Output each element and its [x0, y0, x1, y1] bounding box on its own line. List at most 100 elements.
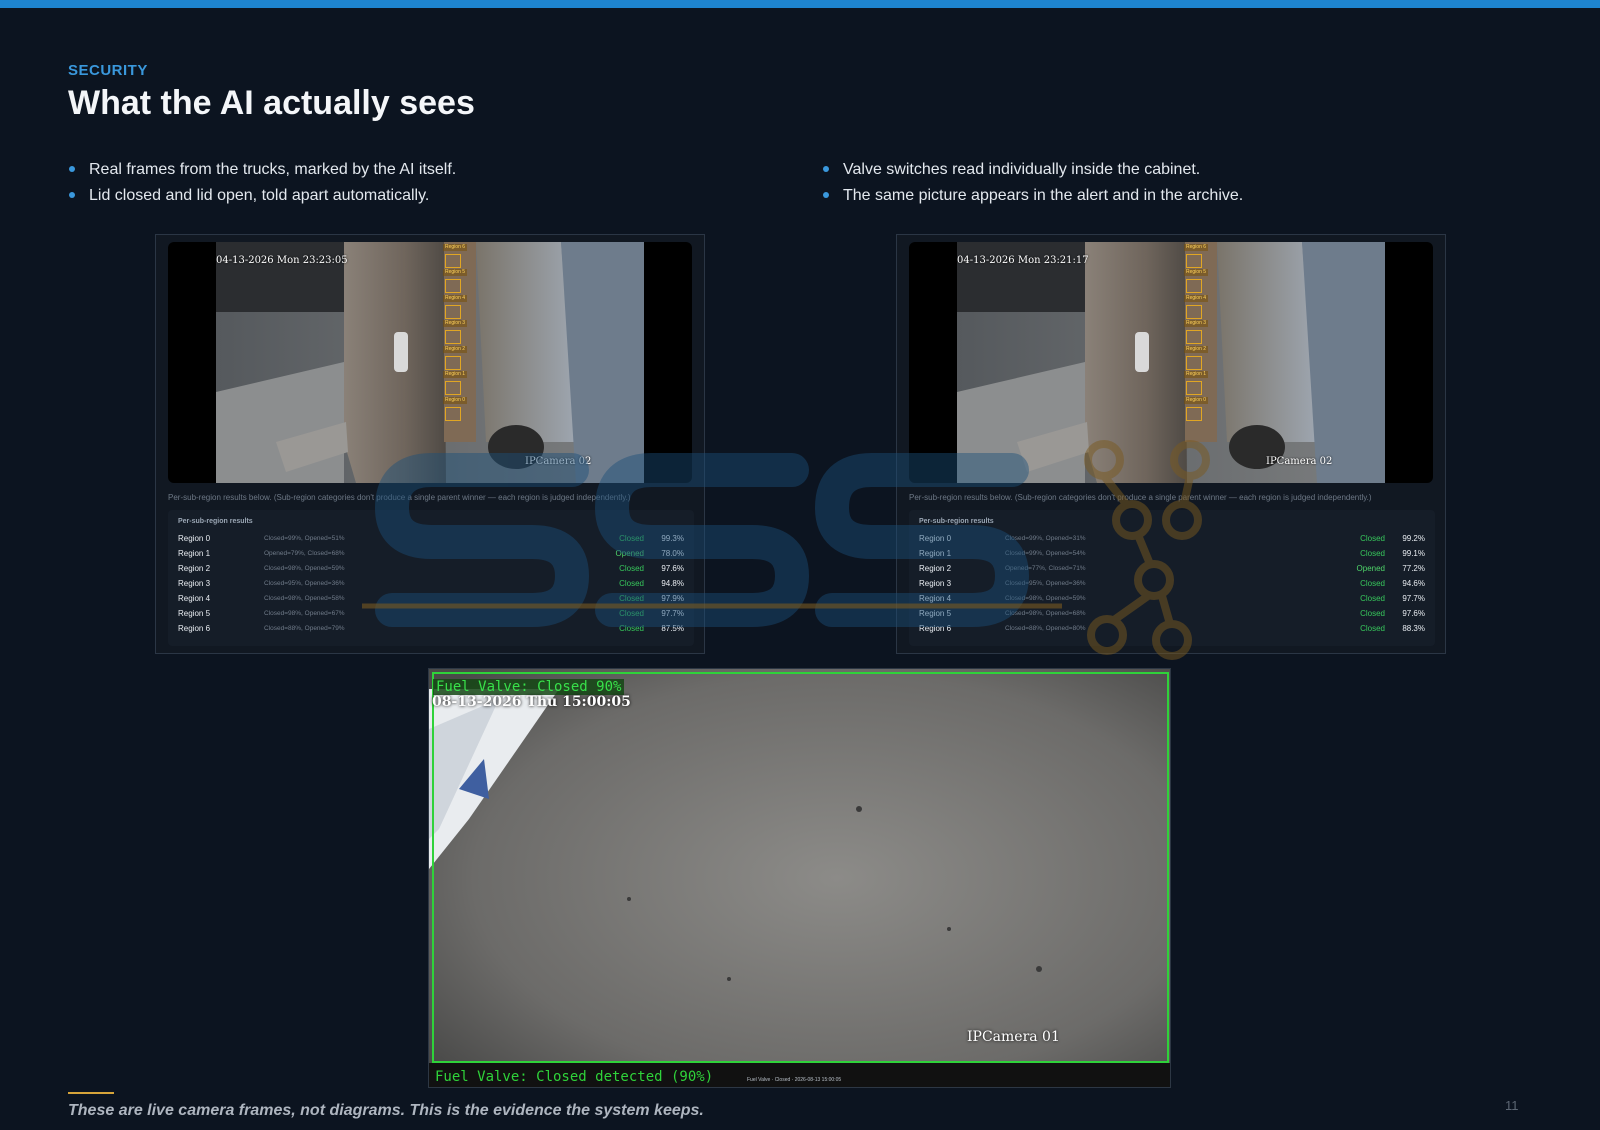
region-box — [445, 330, 461, 344]
top-accent-bar — [0, 0, 1600, 8]
region-overlays: Region 6 Region 5 Region 4 Region 3 Regi… — [443, 244, 469, 421]
region-tag: Region 4 — [443, 295, 468, 302]
region-detail: Opened=77%, Closed=71% — [1005, 565, 1086, 572]
region-box — [1186, 330, 1202, 344]
region-status: Closed — [1360, 624, 1385, 633]
region-status: Closed — [1360, 549, 1385, 558]
region-name: Region 3 — [178, 579, 211, 588]
region-confidence: 99.3% — [661, 534, 684, 543]
region-confidence: 77.2% — [1402, 564, 1425, 573]
detection-label-bottom: Fuel Valve: Closed detected (90%) — [435, 1069, 714, 1085]
results-caption: Per-sub-region results below. (Sub-regio… — [168, 493, 631, 502]
region-status: Closed — [619, 534, 644, 543]
osd-timestamp: 04-13-2026 Mon 23:23:05 — [216, 255, 348, 266]
region-name: Region 0 — [178, 534, 211, 543]
bullet-list-left: Real frames from the trucks, marked by t… — [68, 160, 456, 212]
detection-label-top: Fuel Valve: Closed 90% — [433, 679, 625, 695]
region-box — [445, 279, 461, 293]
region-box — [445, 254, 461, 268]
bullet-list-right: Valve switches read individually inside … — [822, 160, 1243, 212]
region-tag: Region 2 — [443, 346, 468, 353]
region-status: Closed — [1360, 579, 1385, 588]
region-status: Closed — [619, 564, 644, 573]
region-detail: Opened=79%, Closed=68% — [264, 550, 345, 557]
table-row: Region 4 Closed=98%, Opened=59% Closed 9… — [919, 594, 1425, 609]
region-confidence: 78.0% — [661, 549, 684, 558]
region-confidence: 94.6% — [1402, 579, 1425, 588]
truck-cabinet-image — [216, 242, 644, 483]
region-status: Closed — [619, 624, 644, 633]
region-detail: Closed=98%, Opened=59% — [264, 565, 345, 572]
region-confidence: 97.7% — [1402, 594, 1425, 603]
region-confidence: 99.2% — [1402, 534, 1425, 543]
region-detail: Closed=99%, Opened=54% — [1005, 550, 1086, 557]
region-name: Region 2 — [919, 564, 952, 573]
region-name: Region 1 — [919, 549, 952, 558]
camera-frame: 04-13-2026 Mon 23:23:05 IPCamera 02 Regi… — [168, 242, 692, 483]
region-box — [445, 381, 461, 395]
region-status: Closed — [1360, 609, 1385, 618]
table-row: Region 0 Closed=99%, Opened=51% Closed 9… — [178, 534, 684, 549]
region-overlays: Region 6 Region 5 Region 4 Region 3 Regi… — [1184, 244, 1210, 421]
region-box — [445, 407, 461, 421]
region-status: Closed — [619, 609, 644, 618]
region-status: Opened — [1356, 564, 1385, 573]
region-tag: Region 4 — [1184, 295, 1209, 302]
results-title: Per-sub-region results — [178, 518, 253, 525]
page-title: What the AI actually sees — [68, 84, 475, 122]
region-tag: Region 5 — [1184, 269, 1209, 276]
table-row: Region 4 Closed=98%, Opened=58% Closed 9… — [178, 594, 684, 609]
section-eyebrow: SECURITY — [68, 62, 148, 79]
region-detail: Closed=88%, Opened=79% — [264, 625, 345, 632]
table-row: Region 3 Closed=95%, Opened=36% Closed 9… — [919, 579, 1425, 594]
footer-caption: These are live camera frames, not diagra… — [68, 1102, 704, 1119]
table-row: Region 1 Opened=79%, Closed=68% Opened 7… — [178, 549, 684, 564]
bullet-item: The same picture appears in the alert an… — [822, 186, 1243, 212]
truck-cabinet-image — [957, 242, 1385, 483]
table-row: Region 6 Closed=88%, Opened=80% Closed 8… — [919, 624, 1425, 639]
region-status: Opened — [615, 549, 644, 558]
region-tag: Region 6 — [443, 244, 468, 251]
region-tag: Region 3 — [443, 320, 468, 327]
region-status: Closed — [1360, 594, 1385, 603]
region-tag: Region 2 — [1184, 346, 1209, 353]
archive-stamp: Fuel Valve · Closed · 2026-08-13 15:00:0… — [747, 1077, 842, 1083]
region-results-table: Per-sub-region results Region 0 Closed=9… — [909, 510, 1435, 646]
region-confidence: 97.9% — [661, 594, 684, 603]
region-name: Region 5 — [919, 609, 952, 618]
region-results-table: Per-sub-region results Region 0 Closed=9… — [168, 510, 694, 646]
region-detail: Closed=99%, Opened=51% — [264, 535, 345, 542]
osd-timestamp: 08-13-2026 Thu 15:00:05 — [432, 694, 631, 710]
region-confidence: 97.6% — [1402, 609, 1425, 618]
results-title: Per-sub-region results — [919, 518, 994, 525]
bullet-item: Real frames from the trucks, marked by t… — [68, 160, 456, 186]
region-confidence: 97.6% — [661, 564, 684, 573]
table-row: Region 1 Closed=99%, Opened=54% Closed 9… — [919, 549, 1425, 564]
table-row: Region 3 Closed=95%, Opened=36% Closed 9… — [178, 579, 684, 594]
camera-panel-right: 04-13-2026 Mon 23:21:17 IPCamera 02 Regi… — [896, 234, 1446, 654]
detection-box — [432, 672, 1169, 1063]
fuel-valve-camera-frame: Fuel Valve: Closed 90% 08-13-2026 Thu 15… — [428, 668, 1171, 1088]
region-detail: Closed=95%, Opened=36% — [1005, 580, 1086, 587]
region-detail: Closed=88%, Opened=80% — [1005, 625, 1086, 632]
bullet-item: Lid closed and lid open, told apart auto… — [68, 186, 456, 212]
region-tag: Region 5 — [443, 269, 468, 276]
region-detail: Closed=98%, Opened=67% — [264, 610, 345, 617]
table-row: Region 0 Closed=99%, Opened=31% Closed 9… — [919, 534, 1425, 549]
osd-camera-label: IPCamera 02 — [525, 456, 592, 467]
region-box — [445, 305, 461, 319]
osd-timestamp: 04-13-2026 Mon 23:21:17 — [957, 255, 1089, 266]
camera-frame: 04-13-2026 Mon 23:21:17 IPCamera 02 Regi… — [909, 242, 1433, 483]
region-status: Closed — [1360, 534, 1385, 543]
table-row: Region 2 Opened=77%, Closed=71% Opened 7… — [919, 564, 1425, 579]
camera-panel-left: 04-13-2026 Mon 23:23:05 IPCamera 02 Regi… — [155, 234, 705, 654]
region-box — [1186, 305, 1202, 319]
region-name: Region 1 — [178, 549, 211, 558]
results-caption: Per-sub-region results below. (Sub-regio… — [909, 493, 1372, 502]
osd-camera-label: IPCamera 02 — [1266, 456, 1333, 467]
region-detail: Closed=98%, Opened=59% — [1005, 595, 1086, 602]
region-detail: Closed=98%, Opened=68% — [1005, 610, 1086, 617]
region-name: Region 4 — [178, 594, 211, 603]
region-detail: Closed=99%, Opened=31% — [1005, 535, 1086, 542]
region-name: Region 5 — [178, 609, 211, 618]
